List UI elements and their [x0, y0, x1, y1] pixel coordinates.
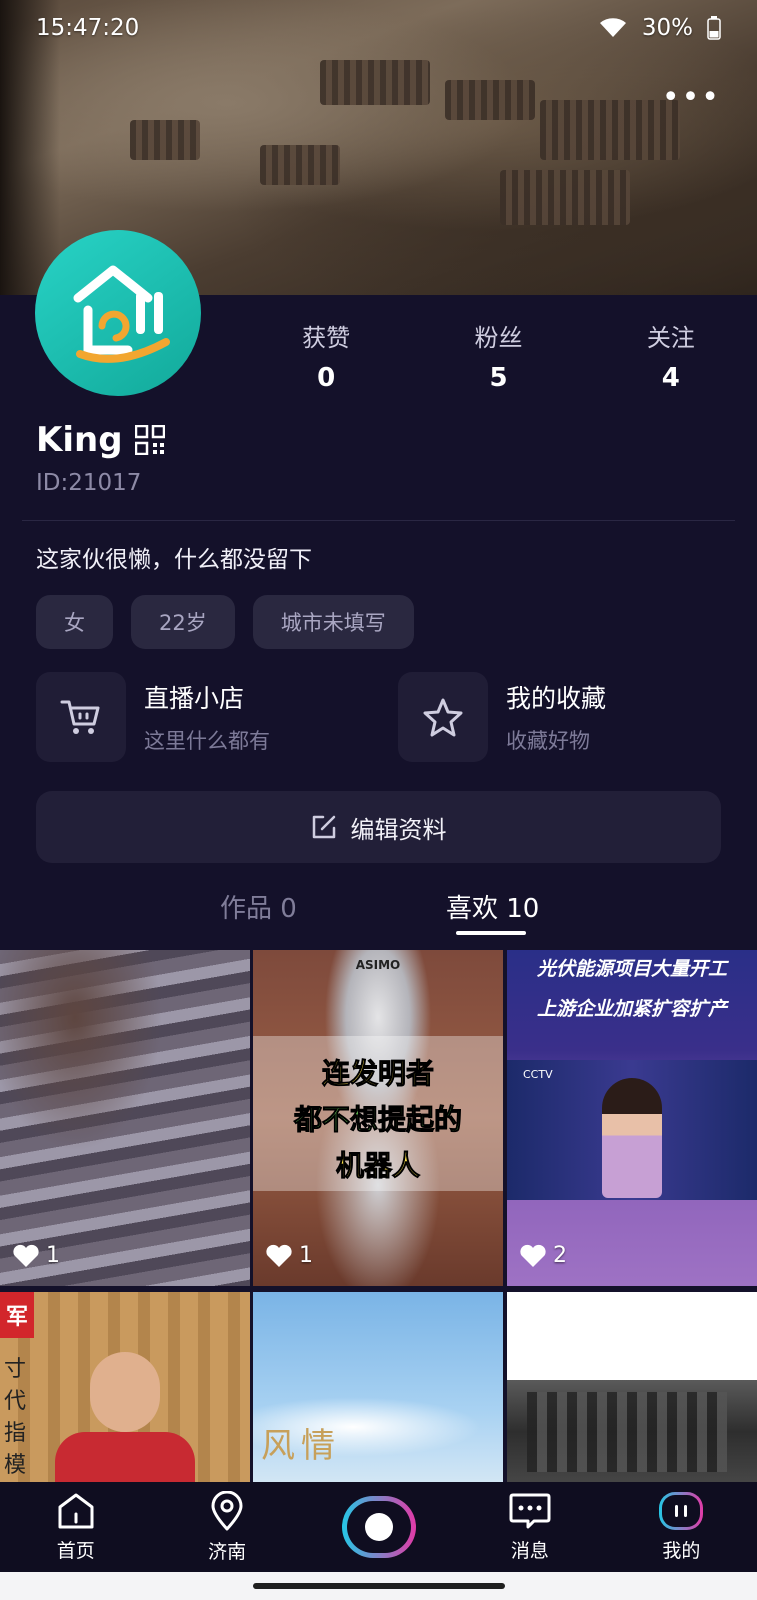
edit-icon [312, 815, 335, 839]
liked-videos-grid: 1 ASIMO 连发明者 都不想提起的 机器人 1 光伏能源项目大量开工 上游企… [0, 950, 757, 1482]
profile-tab-icon [659, 1491, 704, 1530]
profile-name: King [36, 420, 123, 460]
nav-label: 济南 [208, 1540, 247, 1563]
location-pin-icon [211, 1490, 243, 1530]
like-count-value: 2 [553, 1243, 567, 1268]
bio-text: 这家伙很懒，什么都没留下 [36, 547, 312, 573]
video-thumbnail[interactable]: 光伏能源项目大量开工 上游企业加紧扩容扩产 CCTV 2 [507, 950, 757, 1286]
tab-likes[interactable]: 喜欢 10 [446, 888, 539, 925]
video-thumbnail[interactable]: 军 寸代指模 [0, 1292, 250, 1482]
thumbnail-badge: 军 [0, 1292, 34, 1338]
nav-messages[interactable]: 消息 [454, 1482, 605, 1572]
profile-tags: 女 22岁 城市未填写 [36, 595, 414, 649]
user-id: ID:21017 [36, 470, 142, 496]
profile-name-row: King [36, 420, 165, 460]
thumbnail-title-line: 连发明者 [321, 1057, 434, 1091]
divider [22, 520, 735, 521]
favorites-entry[interactable]: 我的收藏 收藏好物 [398, 672, 606, 762]
tag-age: 22岁 [131, 595, 235, 649]
like-count: 1 [12, 1243, 60, 1268]
like-count-value: 1 [299, 1243, 313, 1268]
edit-profile-label: 编辑资料 [350, 815, 447, 844]
tag-gender: 女 [36, 595, 113, 649]
stat-label: 获赞 [302, 324, 351, 352]
like-count: 1 [265, 1243, 313, 1268]
star-icon [398, 672, 488, 762]
heart-icon [520, 1244, 546, 1267]
live-shop-entry[interactable]: 直播小店 这里什么都有 [36, 672, 270, 762]
nav-label: 我的 [662, 1539, 701, 1562]
tab-works[interactable]: 作品 0 [220, 888, 297, 925]
live-record-icon [341, 1496, 416, 1558]
bottom-nav: 首页 济南 消息 我的 [0, 1482, 757, 1572]
home-icon [58, 1493, 94, 1528]
nav-label: 首页 [56, 1539, 95, 1562]
nav-live-button[interactable] [303, 1482, 454, 1572]
stat-value: 0 [317, 363, 336, 393]
active-tab-indicator [456, 931, 526, 935]
status-time: 15:47:20 [36, 15, 140, 41]
edit-profile-button[interactable]: 编辑资料 [36, 791, 721, 863]
video-thumbnail[interactable]: 风情 [253, 1292, 503, 1482]
tag-city: 城市未填写 [252, 595, 414, 649]
nav-city[interactable]: 济南 [151, 1482, 302, 1572]
stat-likes-received[interactable]: 获赞 0 [240, 318, 412, 393]
content-tabs: 作品 0 喜欢 10 [0, 888, 757, 938]
thumbnail-title-line: 风情 [261, 1426, 341, 1466]
video-thumbnail[interactable]: ASIMO 连发明者 都不想提起的 机器人 1 [253, 950, 503, 1286]
like-count: 2 [519, 1243, 567, 1268]
status-bar: 15:47:20 30% [0, 0, 757, 56]
like-count-value: 1 [46, 1243, 60, 1268]
feature-subtitle: 这里什么都有 [144, 729, 270, 753]
qr-code-icon[interactable] [134, 425, 165, 455]
stat-value: 5 [489, 363, 508, 393]
nav-label: 消息 [510, 1539, 549, 1562]
wifi-icon [599, 18, 626, 37]
stat-following[interactable]: 关注 4 [585, 318, 757, 393]
nav-home[interactable]: 首页 [0, 1482, 151, 1572]
thumbnail-badge: ASIMO [355, 958, 401, 972]
cart-icon [36, 672, 126, 762]
home-indicator-bar[interactable] [253, 1583, 505, 1589]
more-options-icon[interactable]: ••• [662, 80, 721, 115]
thumbnail-title-line: 机器人 [335, 1149, 420, 1183]
profile-stats: 获赞 0 粉丝 5 关注 4 [240, 318, 757, 393]
video-thumbnail[interactable] [507, 1292, 757, 1482]
feature-title: 直播小店 [144, 684, 245, 713]
stat-value: 4 [661, 363, 680, 393]
nav-mine[interactable]: 我的 [606, 1482, 757, 1572]
heart-icon [13, 1244, 39, 1267]
stat-label: 关注 [646, 324, 695, 352]
thumbnail-side-text: 寸代指模 [4, 1357, 27, 1478]
video-thumbnail[interactable]: 1 [0, 950, 250, 1286]
stat-followers[interactable]: 粉丝 5 [412, 318, 584, 393]
stat-label: 粉丝 [474, 324, 523, 352]
thumbnail-badge: CCTV [523, 1068, 553, 1081]
avatar-logo-icon [73, 265, 170, 363]
message-icon [509, 1493, 551, 1528]
thumbnail-title-line: 光伏能源项目大量开工 [536, 958, 727, 980]
battery-level: 30% [641, 15, 693, 41]
heart-icon [266, 1244, 292, 1267]
battery-icon [707, 16, 721, 40]
thumbnail-title-line: 都不想提起的 [293, 1103, 462, 1137]
thumbnail-title-line: 上游企业加紧扩容扩产 [536, 998, 727, 1020]
feature-subtitle: 收藏好物 [506, 729, 590, 753]
feature-title: 我的收藏 [506, 684, 607, 713]
avatar[interactable] [35, 230, 201, 396]
system-home-area [0, 1572, 757, 1600]
